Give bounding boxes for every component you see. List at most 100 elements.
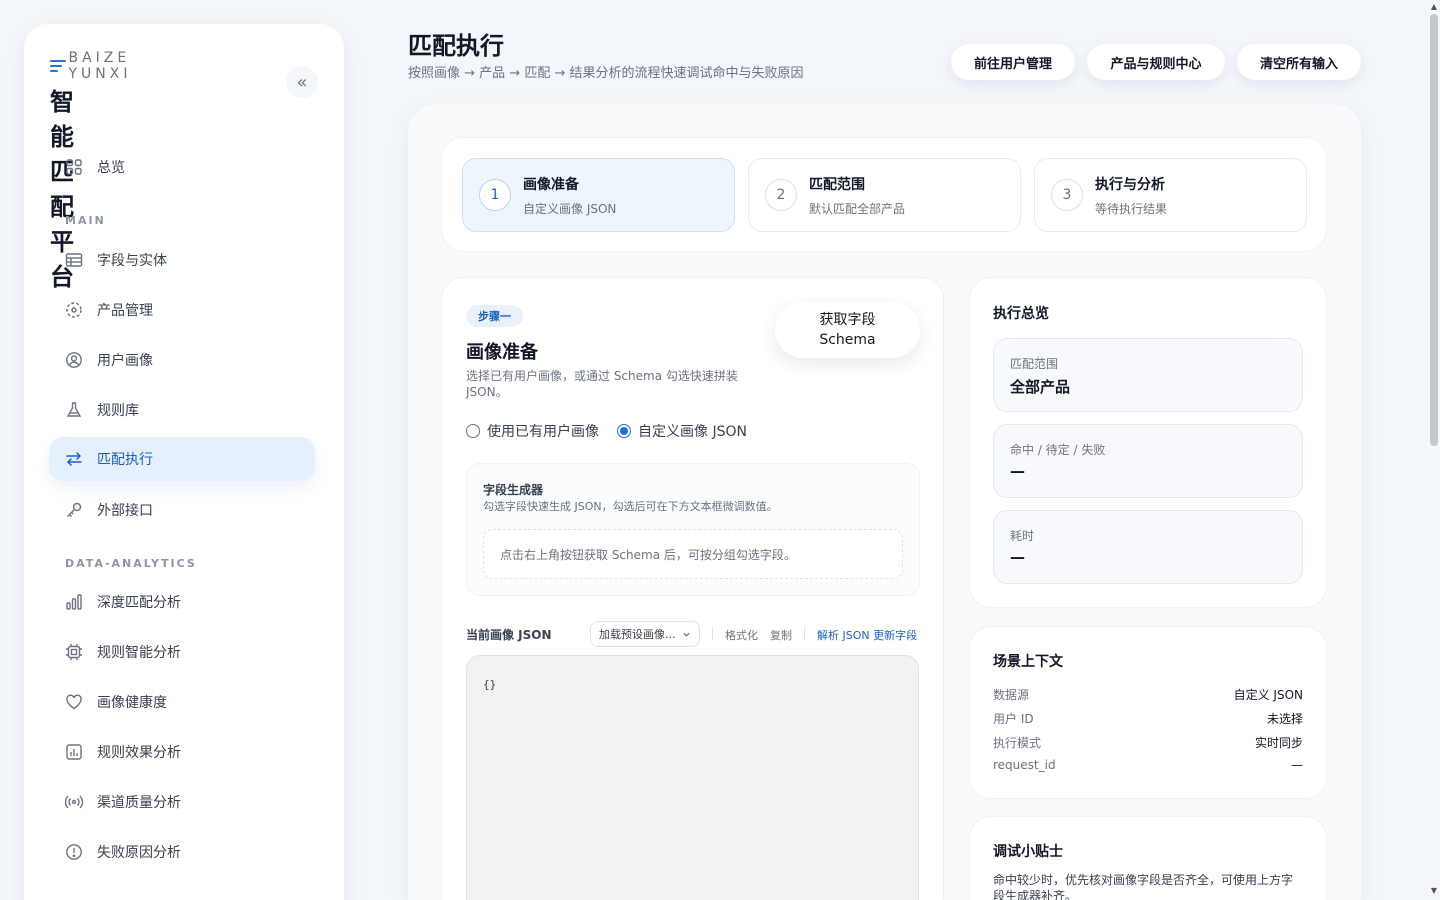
key-icon (65, 501, 83, 519)
sidebar-item-failure-analysis[interactable]: 失败原因分析 (49, 830, 315, 874)
chart-box-icon (65, 743, 83, 761)
tips-text: 命中较少时，优先核对画像字段是否齐全，可使用上方字段生成器补齐。 (993, 873, 1294, 900)
sidebar-item-overview[interactable]: 总览 (49, 145, 315, 189)
step-profile-prep[interactable]: 1 画像准备 自定义画像 JSON (462, 158, 735, 232)
sidebar-item-profile-health[interactable]: 画像健康度 (49, 680, 315, 724)
metric-hit-pending-fail: 命中 / 待定 / 失败 — (993, 424, 1303, 498)
sidebar-item-label: 外部接口 (97, 503, 153, 519)
toolbar-divider (804, 627, 805, 640)
nav-section-analytics: DATA-ANALYTICS (65, 557, 197, 570)
context-row: 用户 ID 未选择 (993, 710, 1303, 727)
context-value: 实时同步 (1254, 736, 1303, 750)
context-value: 自定义 JSON (1233, 688, 1303, 702)
sidebar-item-user-profiles[interactable]: 用户画像 (49, 338, 315, 382)
nav-section-main: MAIN (65, 214, 106, 227)
sidebar-item-match-execute[interactable]: 匹配执行 (49, 437, 315, 481)
sidebar-item-rule-effect[interactable]: 规则效果分析 (49, 730, 315, 774)
field-generator-desc: 勾选字段快速生成 JSON，勾选后可在下方文本框微调数值。 (483, 500, 778, 513)
clear-all-inputs-button[interactable]: 清空所有输入 (1237, 44, 1361, 80)
swap-arrows-icon (65, 450, 83, 468)
sidebar-item-deep-match-analysis[interactable]: 深度匹配分析 (49, 580, 315, 624)
step-number: 3 (1051, 179, 1083, 211)
metric-label: 耗时 (1010, 529, 1035, 543)
scroll-down-icon[interactable]: ▼ (1429, 886, 1439, 895)
radio-existing-profile[interactable] (466, 424, 480, 438)
sidebar-item-label: 深度匹配分析 (97, 595, 181, 611)
bar-chart-icon (65, 593, 83, 611)
step-desc: 自定义画像 JSON (523, 201, 617, 216)
metric-duration: 耗时 — (993, 510, 1303, 584)
context-key: request_id (993, 758, 1056, 772)
sidebar-item-rule-intelligence[interactable]: 规则智能分析 (49, 630, 315, 674)
flask-icon (65, 401, 83, 419)
chip-icon (65, 643, 83, 661)
tips-title: 调试小贴士 (993, 844, 1063, 860)
table-icon (65, 251, 83, 269)
step-number: 2 (765, 179, 797, 211)
preset-select-value: 加载预设画像... (599, 628, 676, 641)
profile-section-title: 画像准备 (466, 342, 538, 363)
fetch-schema-label: 获取字段 Schema (819, 312, 876, 348)
radio-custom-label[interactable]: 自定义画像 JSON (638, 421, 747, 441)
signal-icon (65, 793, 83, 811)
alert-circle-icon (65, 843, 83, 861)
context-value: — (1291, 758, 1303, 772)
context-row: 数据源 自定义 JSON (993, 686, 1303, 703)
toolbar-divider (712, 627, 713, 640)
sidebar-item-external-api[interactable]: 外部接口 (49, 488, 315, 532)
menu-lines-icon (50, 60, 66, 72)
metric-value: 全部产品 (1010, 378, 1071, 396)
chevron-double-left-icon: « (296, 71, 308, 93)
fetch-schema-button[interactable]: 获取字段 Schema (775, 302, 920, 358)
sidebar-item-label: 产品管理 (97, 303, 153, 319)
step-badge: 步骤一 (466, 305, 523, 327)
sidebar-item-rules[interactable]: 规则库 (49, 388, 315, 432)
sidebar-item-label: 用户画像 (97, 353, 153, 369)
brand-subtitle: BAIZE YUNXI (68, 50, 132, 82)
grid-icon (65, 158, 83, 176)
heart-icon (65, 693, 83, 711)
metric-match-scope: 匹配范围 全部产品 (993, 338, 1303, 412)
sidebar-item-label: 画像健康度 (97, 695, 167, 711)
profile-mode-radio-group: 使用已有用户画像 自定义画像 JSON (466, 421, 747, 441)
context-key: 用户 ID (993, 712, 1034, 726)
collapse-sidebar-button[interactable]: « (286, 66, 318, 98)
go-user-management-button[interactable]: 前往用户管理 (951, 44, 1075, 80)
sidebar-item-label: 失败原因分析 (97, 845, 181, 861)
radio-custom-json[interactable] (617, 424, 631, 438)
profile-section-desc: 选择已有用户画像，或通过 Schema 勾选快速拼装 JSON。 (466, 369, 738, 399)
page-title: 匹配执行 (408, 32, 504, 60)
radio-existing-label[interactable]: 使用已有用户画像 (487, 421, 599, 441)
sidebar-item-label: 字段与实体 (97, 253, 167, 269)
product-rules-center-button[interactable]: 产品与规则中心 (1087, 44, 1225, 80)
step-title: 匹配范围 (809, 176, 865, 193)
step-desc: 等待执行结果 (1095, 201, 1168, 216)
sidebar-item-channel-quality[interactable]: 渠道质量分析 (49, 780, 315, 824)
context-row: 执行模式 实时同步 (993, 734, 1303, 751)
step-match-scope[interactable]: 2 匹配范围 默认匹配全部产品 (748, 158, 1021, 232)
field-generator-empty-state: 点击右上角按钮获取 Schema 后，可按分组勾选字段。 (483, 529, 903, 579)
parse-json-link[interactable]: 解析 JSON 更新字段 (817, 627, 917, 643)
scroll-up-icon[interactable]: ▲ (1429, 2, 1439, 11)
field-generator-title: 字段生成器 (483, 483, 544, 497)
sidebar-item-fields[interactable]: 字段与实体 (49, 238, 315, 282)
format-json-link[interactable]: 格式化 (725, 627, 758, 643)
step-number: 1 (479, 179, 511, 211)
metric-value: — (1010, 462, 1025, 480)
profile-json-textarea[interactable]: {} (466, 655, 919, 900)
metric-label: 匹配范围 (1010, 357, 1059, 371)
context-key: 执行模式 (993, 736, 1042, 750)
sidebar-item-label: 规则效果分析 (97, 745, 181, 761)
overview-title: 执行总览 (993, 306, 1049, 322)
current-profile-json-label: 当前画像 JSON (466, 628, 552, 642)
step-desc: 默认匹配全部产品 (809, 201, 906, 216)
step-execute-analyze[interactable]: 3 执行与分析 等待执行结果 (1034, 158, 1307, 232)
brand-row: BAIZE YUNXI (50, 50, 139, 82)
copy-json-link[interactable]: 复制 (770, 627, 792, 643)
sidebar-item-products[interactable]: 产品管理 (49, 288, 315, 332)
scroll-thumb[interactable] (1430, 14, 1438, 446)
box-icon (65, 301, 83, 319)
page-scrollbar[interactable]: ▲ ▼ (1428, 0, 1440, 900)
preset-profile-select[interactable]: 加载预设画像... (590, 621, 700, 647)
context-value: 未选择 (1266, 712, 1303, 726)
